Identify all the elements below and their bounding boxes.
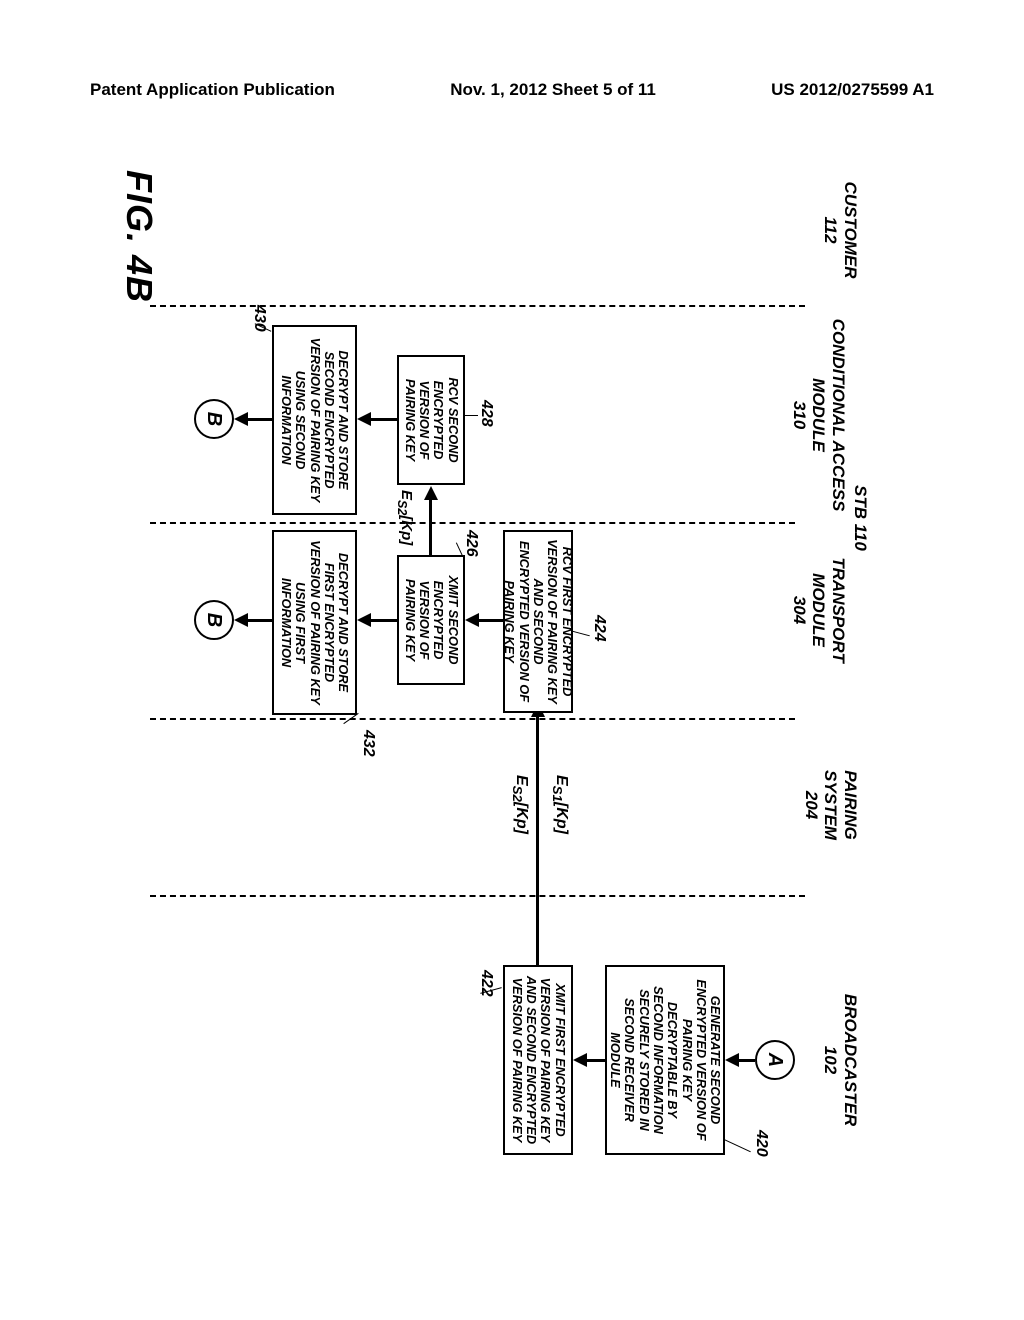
arrow [476, 619, 503, 622]
arrow [244, 418, 272, 421]
box-422: XMIT FIRST ENCRYPTED VERSION OF PAIRING … [503, 965, 573, 1155]
header-left: Patent Application Publication [90, 80, 335, 100]
ref-432: 432 [359, 730, 377, 757]
lane-transport-ref: 304 [789, 520, 809, 700]
lane-divider [150, 522, 795, 524]
box-428: RCV SECOND ENCRYPTED VERSION OF PAIRING … [397, 355, 465, 485]
arrow-head [424, 486, 438, 500]
ref-426: 426 [462, 530, 480, 557]
lane-customer-ref: 112 [821, 170, 841, 290]
ref-424: 424 [590, 615, 608, 642]
msg-es2kp-2: ES2[Kp] [395, 490, 415, 545]
header-right: US 2012/0275599 A1 [771, 80, 934, 100]
arrow [537, 715, 540, 965]
stb-group-label: STB 110 [850, 485, 870, 551]
arrow-head [357, 613, 371, 627]
lane-customer: CUSTOMER 112 [821, 170, 860, 290]
arrow-head [573, 1053, 587, 1067]
lane-divider [150, 895, 805, 897]
lane-transport: TRANSPORT MODULE 304 [789, 520, 848, 700]
figure-label: FIG. 4B [118, 170, 160, 303]
lane-transport-title: TRANSPORT MODULE [809, 520, 848, 700]
lane-cam: CONDITIONAL ACCESS MODULE 310 [789, 315, 848, 515]
connector-b: B [194, 600, 234, 640]
arrow-head [234, 613, 248, 627]
flowchart-diagram: CUSTOMER 112 STB 110 CONDITIONAL ACCESS … [90, 170, 870, 1180]
arrow-head [357, 412, 371, 426]
lane-customer-title: CUSTOMER [840, 170, 860, 290]
arrow-head [234, 412, 248, 426]
lane-broadcaster-title: BROADCASTER [840, 960, 860, 1160]
arrow [244, 619, 272, 622]
arrow [367, 619, 397, 622]
lane-divider [150, 718, 795, 720]
box-430: DECRYPT AND STORE SECOND ENCRYPTED VERSI… [272, 325, 357, 515]
box-426: XMIT SECOND ENCRYPTED VERSION OF PAIRING… [397, 555, 465, 685]
box-424: RCV FIRST ENCRYPTED VERSION OF PAIRING K… [503, 530, 573, 713]
lane-broadcaster-ref: 102 [821, 960, 841, 1160]
lead-line [572, 631, 590, 637]
box-432: DECRYPT AND STORE FIRST ENCRYPTED VERSIO… [272, 530, 357, 715]
lead-line [464, 415, 478, 416]
connector-b: B [194, 399, 234, 439]
msg-es2kp: ES2[Kp] [510, 775, 530, 834]
lane-broadcaster: BROADCASTER 102 [821, 960, 860, 1160]
lane-divider [150, 305, 805, 307]
lead-line [723, 1139, 751, 1153]
arrow-head [725, 1053, 739, 1067]
connector-a: A [755, 1040, 795, 1080]
arrow [430, 498, 433, 555]
lane-pairing-ref: 204 [801, 735, 821, 875]
arrow [367, 418, 397, 421]
lane-pairing: PAIRING SYSTEM 204 [801, 735, 860, 875]
header-center: Nov. 1, 2012 Sheet 5 of 11 [450, 80, 656, 100]
ref-428: 428 [477, 400, 495, 427]
lane-pairing-title: PAIRING SYSTEM [821, 735, 860, 875]
box-420: GENERATE SECOND ENCRYPTED VERSION OF PAI… [605, 965, 725, 1155]
ref-420: 420 [752, 1130, 770, 1157]
lane-cam-title: CONDITIONAL ACCESS MODULE [809, 315, 848, 515]
lane-cam-ref: 310 [789, 315, 809, 515]
msg-es1kp: ES1[Kp] [550, 775, 570, 834]
